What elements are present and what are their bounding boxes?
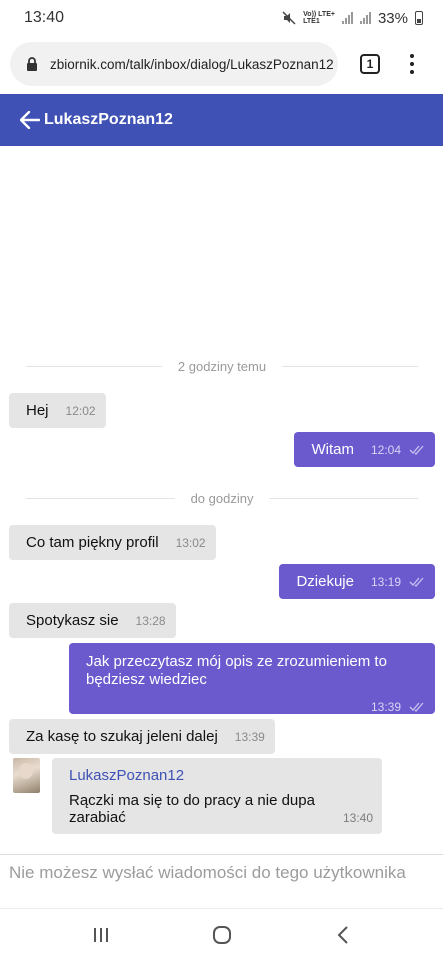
- double-check-icon: [409, 445, 424, 455]
- composer-disabled-notice: Nie możesz wysłać wiadomości do tego uży…: [0, 854, 443, 908]
- recent-apps-icon[interactable]: [81, 915, 121, 955]
- signal-icon: [341, 12, 353, 24]
- time-divider: 2 godziny temu: [26, 356, 419, 376]
- battery-percent: 33%: [377, 9, 408, 27]
- incoming-message: Spotykasz sie 13:28: [9, 603, 176, 638]
- chat-title: LukaszPoznan12: [44, 111, 173, 128]
- message-time: 13:02: [175, 535, 206, 550]
- outgoing-message: Jak przeczytasz mój opis ze zrozumieniem…: [69, 643, 435, 714]
- mute-icon: [282, 11, 296, 25]
- chat-header: LukaszPoznan12: [0, 94, 443, 146]
- outgoing-message: Dziekuje 13:19: [279, 564, 435, 599]
- address-bar[interactable]: zbiornik.com/talk/inbox/dialog/LukaszPoz…: [10, 42, 338, 86]
- message-time: 13:39: [370, 700, 401, 714]
- incoming-message-card: LukaszPoznan12 Rączki ma się to do pracy…: [52, 758, 382, 834]
- double-check-icon: [409, 577, 424, 587]
- avatar[interactable]: [13, 758, 40, 793]
- network-label-bottom: LTE1: [303, 18, 320, 25]
- time-divider: do godziny: [26, 488, 419, 508]
- message-time: 12:04: [370, 442, 401, 457]
- incoming-message: Za kasę to szukaj jeleni dalej 13:39: [9, 719, 275, 754]
- system-nav-bar: [0, 908, 443, 960]
- status-bar: 13:40 Vo)) LTE+ LTE1 33%: [0, 0, 443, 36]
- message-text: Rączki ma się to do pracy a nie dupa zar…: [69, 792, 315, 826]
- network-label-top: Vo)) LTE+: [303, 11, 335, 18]
- url-text: zbiornik.com/talk/inbox/dialog/LukaszPoz…: [50, 56, 334, 72]
- more-menu-icon[interactable]: [404, 52, 420, 76]
- message-time: 12:02: [65, 403, 96, 418]
- message-time: 13:19: [370, 574, 401, 589]
- browser-toolbar: zbiornik.com/talk/inbox/dialog/LukaszPoz…: [0, 42, 443, 88]
- outgoing-message: Witam 12:04: [294, 432, 435, 467]
- message-time: 13:28: [135, 613, 166, 628]
- battery-icon: [415, 11, 423, 25]
- signal-icon-2: [359, 12, 371, 24]
- home-icon[interactable]: [202, 915, 242, 955]
- message-time: 13:39: [234, 729, 265, 744]
- double-check-icon: [409, 702, 424, 712]
- sender-name[interactable]: LukaszPoznan12: [69, 767, 366, 784]
- message-time: 13:40: [342, 811, 373, 825]
- back-icon[interactable]: [323, 915, 363, 955]
- status-time: 13:40: [24, 9, 65, 26]
- lock-icon: [27, 56, 37, 71]
- incoming-message: Co tam piękny profil 13:02: [9, 525, 216, 560]
- tab-switcher-button[interactable]: 1: [360, 54, 380, 74]
- incoming-message: Hej 12:02: [9, 393, 106, 428]
